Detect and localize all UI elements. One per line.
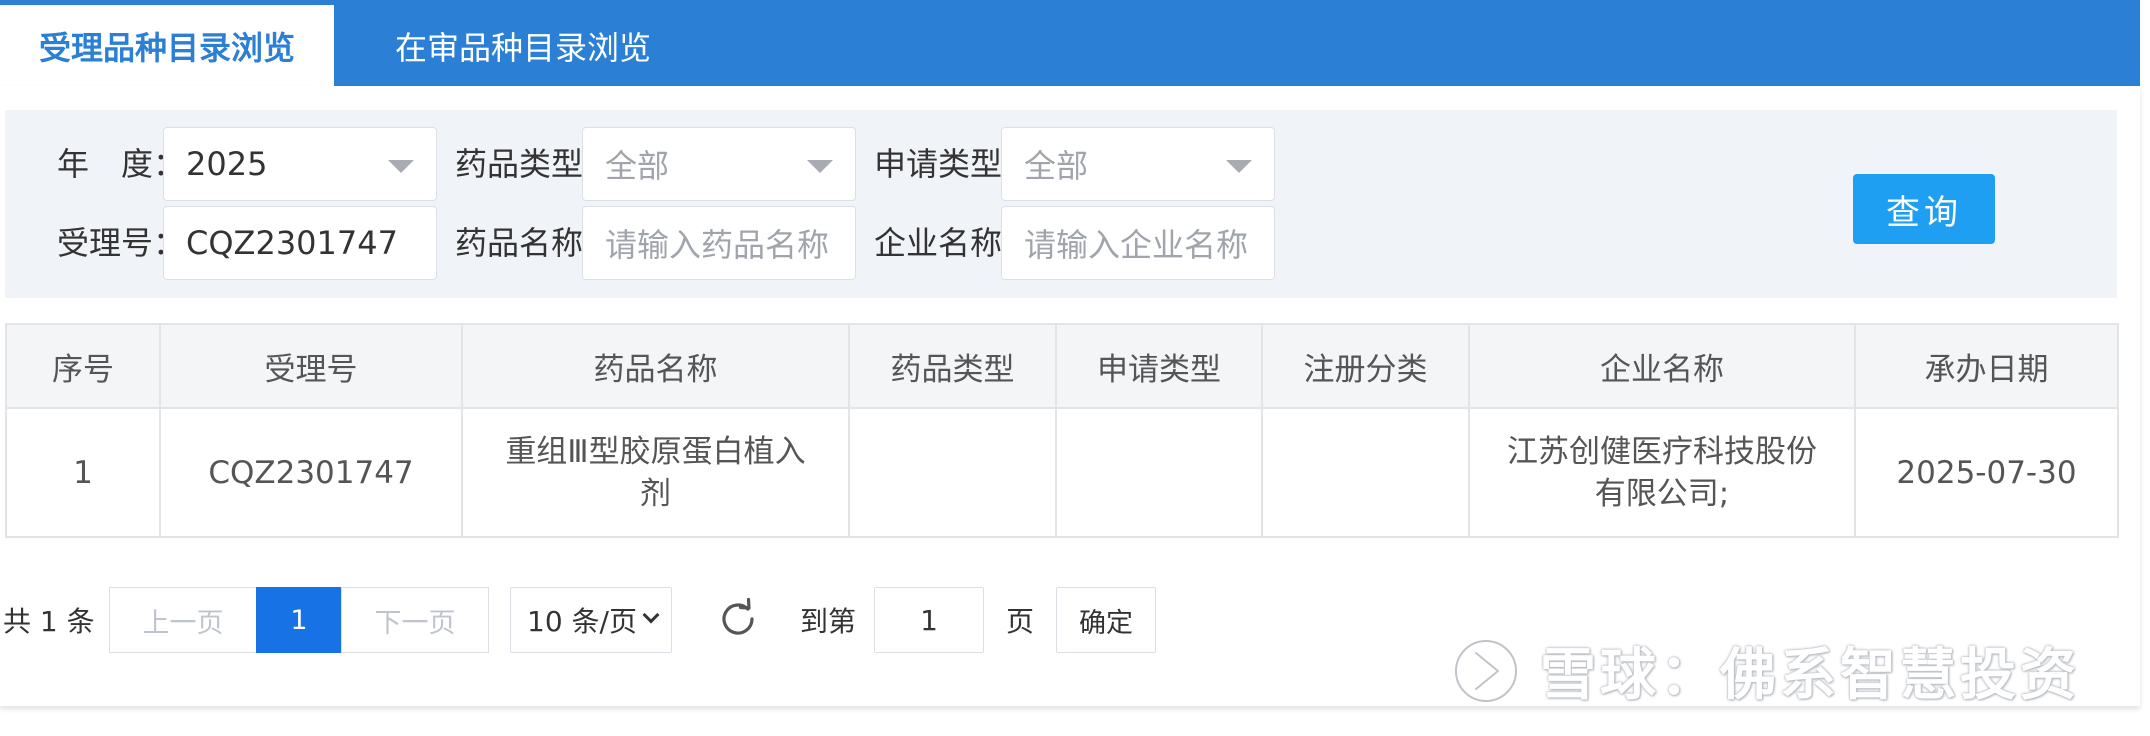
watermark-text: 雪球：佛系智慧投资 (1540, 642, 2080, 708)
cell-index: 1 (5, 407, 161, 538)
company-name-placeholder: 请输入企业名称 (1024, 226, 1249, 264)
refresh-icon[interactable] (716, 597, 760, 641)
tab-bar: 受理品种目录浏览 在审品种目录浏览 (0, 0, 2140, 86)
tab-accepted-catalog[interactable]: 受理品种目录浏览 (0, 5, 334, 86)
table-row[interactable]: 1 CQZ2301747 重组Ⅲ型胶原蛋白植入剂 江苏创健医疗科技股份有限公司;… (5, 407, 2119, 538)
prev-page-button[interactable]: 上一页 (109, 587, 257, 653)
goto-page-input[interactable]: 1 (874, 587, 984, 653)
cell-accept-no: CQZ2301747 (159, 407, 463, 538)
filter-form: 年 度： 2025 药品类型： 全部 申请类型： 全部 受理号： CQZ2301… (5, 110, 2117, 298)
cell-drug-name: 重组Ⅲ型胶原蛋白植入剂 (461, 407, 850, 538)
goto-page-value: 1 (920, 603, 938, 637)
main-panel: 年 度： 2025 药品类型： 全部 申请类型： 全部 受理号： CQZ2301… (0, 86, 2140, 706)
apply-type-value: 全部 (1024, 147, 1089, 185)
column-header-index[interactable]: 序号 (5, 323, 161, 409)
snowball-logo-icon (1452, 637, 1520, 705)
page-size-select[interactable]: 10 条/页 (510, 587, 672, 653)
year-value: 2025 (186, 145, 268, 183)
column-header-accept-no[interactable]: 受理号 (159, 323, 463, 409)
page-size-value: 10 条/页 (527, 605, 637, 638)
dropdown-caret-icon (1226, 160, 1252, 173)
column-header-apply-type[interactable]: 申请类型 (1055, 323, 1263, 409)
column-header-undertake-date[interactable]: 承办日期 (1854, 323, 2119, 409)
table-header-row: 序号 受理号 药品名称 药品类型 申请类型 注册分类 企业名称 承办日期 (5, 323, 2119, 409)
column-header-drug-name[interactable]: 药品名称 (461, 323, 850, 409)
tab-under-review-catalog[interactable]: 在审品种目录浏览 (334, 5, 712, 86)
page-unit-label: 页 (1006, 605, 1035, 638)
results-table: 序号 受理号 药品名称 药品类型 申请类型 注册分类 企业名称 承办日期 1 C… (5, 323, 2119, 538)
dropdown-caret-icon (807, 160, 833, 173)
cell-apply-type (1055, 407, 1263, 538)
page-number-button[interactable]: 1 (256, 587, 342, 653)
confirm-jump-button[interactable]: 确定 (1056, 587, 1156, 653)
accept-no-input[interactable]: CQZ2301747 (163, 206, 437, 280)
dropdown-caret-icon (388, 160, 414, 173)
cell-company-name: 江苏创健医疗科技股份有限公司; (1468, 407, 1856, 538)
watermark: 雪球：佛系智慧投资 (1450, 630, 2100, 710)
chevron-down-icon (642, 606, 660, 624)
pagination: 共 1 条 上一页 1 下一页 10 条/页 到第 1 页 确定 (0, 587, 1200, 653)
column-header-drug-type[interactable]: 药品类型 (848, 323, 1057, 409)
drug-type-value: 全部 (605, 147, 670, 185)
column-header-registration-category[interactable]: 注册分类 (1261, 323, 1470, 409)
accept-no-value: CQZ2301747 (186, 224, 398, 262)
goto-label: 到第 (800, 605, 857, 638)
total-count: 共 1 条 (3, 605, 95, 638)
drug-name-placeholder: 请输入药品名称 (605, 226, 830, 264)
query-button[interactable]: 查询 (1853, 174, 1995, 244)
column-header-company-name[interactable]: 企业名称 (1468, 323, 1856, 409)
next-page-button[interactable]: 下一页 (341, 587, 489, 653)
drug-type-select[interactable]: 全部 (582, 127, 856, 201)
cell-undertake-date: 2025-07-30 (1854, 407, 2119, 538)
cell-registration-category (1261, 407, 1470, 538)
drug-name-input[interactable]: 请输入药品名称 (582, 206, 856, 280)
cell-drug-type (848, 407, 1057, 538)
company-name-input[interactable]: 请输入企业名称 (1001, 206, 1275, 280)
year-select[interactable]: 2025 (163, 127, 437, 201)
apply-type-select[interactable]: 全部 (1001, 127, 1275, 201)
